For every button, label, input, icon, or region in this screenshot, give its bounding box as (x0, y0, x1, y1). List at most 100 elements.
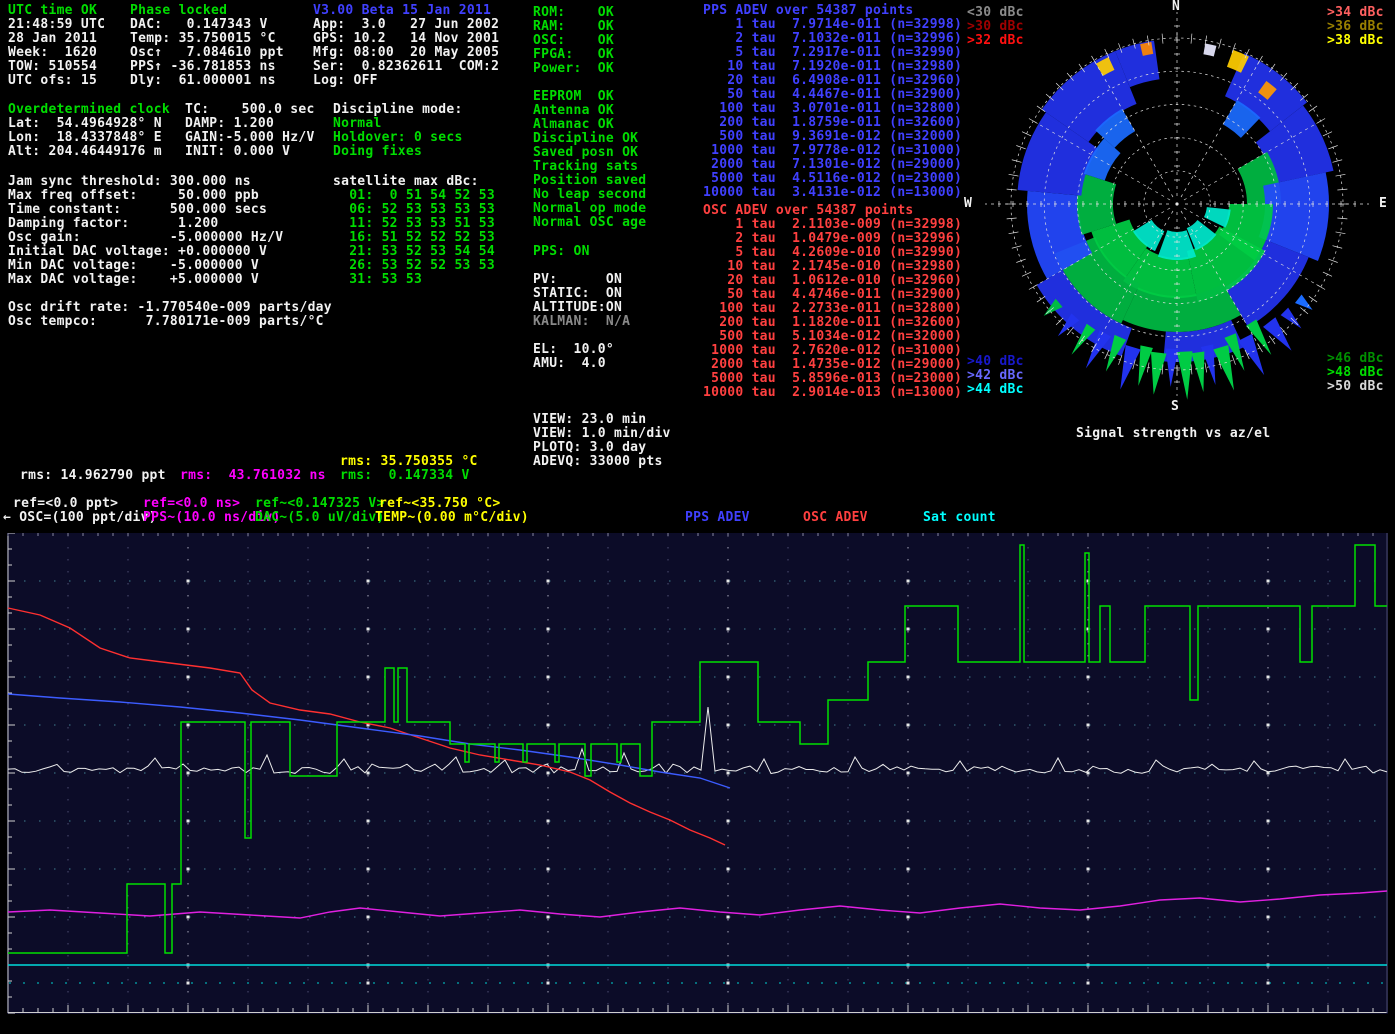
compass-north-label: N (1172, 0, 1180, 14)
temp-scale-label: TEMP~(0.00 m°C/div) (375, 511, 529, 525)
text-line: 21:48:59 UTC (8, 18, 105, 32)
text-line: No leap second (533, 188, 646, 202)
text-line: Normal op mode (533, 202, 646, 216)
text-line: Max freq offset: 50.000 ppb (8, 189, 283, 203)
text-line: OSC: OK (533, 34, 614, 48)
text-line: Power: OK (533, 62, 614, 76)
text-line: 16: 51 52 52 52 53 (333, 231, 495, 245)
receiver-flags-block: PV: ONSTATIC: ONALTITUDE:ONKALMAN: N/A (533, 273, 630, 329)
text-line: STATIC: ON (533, 287, 630, 301)
text-line: >48 dBc (1327, 366, 1384, 380)
adev-line: 5 tau 7.2917e-011 (n=32990) (703, 46, 962, 60)
text-line: Jam sync threshold: 300.000 ns (8, 175, 283, 189)
text-line: satellite max dBc: (333, 175, 495, 189)
adev-line: 1 tau 2.1103e-009 (n=32998) (703, 218, 962, 232)
text-line: PLOTQ: 3.0 day (533, 441, 671, 455)
text-line: EEPROM OK (533, 90, 646, 104)
text-line: KALMAN: N/A (533, 315, 630, 329)
version-block: V3.00 Beta 15 Jan 2011App: 3.0 27 Jun 20… (313, 4, 499, 88)
text-line: ALTITUDE:ON (533, 301, 630, 315)
text-line: 31: 53 53 (333, 273, 495, 287)
text-line: >40 dBc (967, 355, 1024, 369)
adev-line: 20 tau 1.0612e-010 (n=32960) (703, 274, 962, 288)
utc-status-block: UTC time OK21:48:59 UTC28 Jan 2011Week: … (8, 4, 105, 88)
text-line: TC: 500.0 sec (185, 103, 315, 117)
compass-west-label: W (964, 197, 972, 211)
text-line: Week: 1620 (8, 46, 105, 60)
text-line: Min DAC voltage: -5.000000 V (8, 259, 283, 273)
osc-drift-block: Osc drift rate: -1.770540e-009 parts/day… (8, 301, 332, 329)
adev-line: 5 tau 4.2609e-010 (n=32990) (703, 246, 962, 260)
adev-line: 500 tau 5.1034e-012 (n=32000) (703, 330, 962, 344)
el-amu-block: EL: 10.0°AMU: 4.0 (533, 343, 614, 371)
text-line: Log: OFF (313, 74, 499, 88)
text-line: Osc tempco: 7.780171e-009 parts/°C (8, 315, 332, 329)
adev-line: 500 tau 9.3691e-012 (n=32000) (703, 130, 962, 144)
adev-line: 10000 tau 3.4131e-012 (n=13000) (703, 186, 962, 200)
text-line: PPS: ON (533, 245, 590, 259)
adev-line: 1 tau 7.9714e-011 (n=32998) (703, 18, 962, 32)
text-line: GAIN:-5.000 Hz/V (185, 131, 315, 145)
text-line: Saved posn OK (533, 146, 646, 160)
text-line: UTC time OK (8, 4, 105, 18)
dbc-legend-bottom-right: >46 dBc>48 dBc>50 dBc (1327, 352, 1384, 394)
text-line: >38 dBc (1327, 34, 1384, 48)
osc-adev-table: OSC ADEV over 54387 points 1 tau 2.1103e… (703, 204, 962, 400)
text-line: App: 3.0 27 Jun 2002 (313, 18, 499, 32)
text-line: Max DAC voltage: +5.000000 V (8, 273, 283, 287)
text-line: 26: 53 52 52 53 53 (333, 259, 495, 273)
adev-line: 1000 tau 7.9778e-012 (n=31000) (703, 144, 962, 158)
pps-state-block: PPS: ON (533, 245, 590, 259)
text-line: DAC: 0.147343 V (130, 18, 284, 32)
text-line: 21: 53 52 53 54 54 (333, 245, 495, 259)
phase-lock-block: Phase lockedDAC: 0.147343 VTemp: 35.7500… (130, 4, 284, 88)
dbc-legend-top-left: <30 dBc>30 dBc>32 dBc (967, 6, 1024, 48)
adev-line: 2000 tau 7.1301e-012 (n=29000) (703, 158, 962, 172)
adev-line: 2 tau 1.0479e-009 (n=32996) (703, 232, 962, 246)
text-line: FPGA: OK (533, 48, 614, 62)
text-line: Damping factor: 1.200 (8, 217, 283, 231)
signal-strength-polar-plot (975, 2, 1379, 406)
receiver-status-block: EEPROM OKAntenna OKAlmanac OKDiscipline … (533, 90, 646, 230)
adev-line: 2 tau 7.1032e-011 (n=32996) (703, 32, 962, 46)
text-line: Normal OSC age (533, 216, 646, 230)
text-line: UTC ofs: 15 (8, 74, 105, 88)
adev-line: 50 tau 4.4746e-011 (n=32900) (703, 288, 962, 302)
main-strip-chart (7, 533, 1388, 1014)
text-line: Osc↑ 7.084610 ppt (130, 46, 284, 60)
text-line: Phase locked (130, 4, 284, 18)
text-line: >32 dBc (967, 34, 1024, 48)
adev-line: 5000 tau 5.8596e-013 (n=23000) (703, 372, 962, 386)
lady-heather-gpsdo-screen: UTC time OK21:48:59 UTC28 Jan 2011Week: … (0, 0, 1395, 1034)
text-line: Tracking sats (533, 160, 646, 174)
adev-line: OSC ADEV over 54387 points (703, 204, 962, 218)
text-line: >34 dBc (1327, 6, 1384, 20)
text-line: DAMP: 1.200 (185, 117, 315, 131)
text-line: INIT: 0.000 V (185, 145, 315, 159)
text-line: ROM: OK (533, 6, 614, 20)
plot-background (7, 533, 1388, 1014)
pps-ref-label: ref=<0.0 ns> (143, 497, 240, 511)
text-line: Initial DAC voltage: +0.000000 V (8, 245, 283, 259)
sat-count-legend: Sat count (923, 511, 996, 525)
position-block: Overdetermined clockLat: 54.4964928° NLo… (8, 103, 170, 159)
text-line: ADEVQ: 33000 pts (533, 455, 671, 469)
rms-dac-readout: rms: 0.147334 V (340, 469, 470, 483)
discipline-mode-block: Discipline mode:NormalHoldover: 0 secsDo… (333, 103, 463, 159)
text-line: 01: 0 51 54 52 53 (333, 189, 495, 203)
temp-ref-label: ref~<35.750 °C> (379, 497, 500, 511)
text-line: Antenna OK (533, 104, 646, 118)
adev-line: 1000 tau 2.7620e-012 (n=31000) (703, 344, 962, 358)
compass-east-label: E (1379, 197, 1387, 211)
text-line: Ser: 0.82362611 COM:2 (313, 60, 499, 74)
pps-adev-legend: PPS ADEV (685, 511, 750, 525)
text-line: Almanac OK (533, 118, 646, 132)
adev-line: 200 tau 1.8759e-011 (n=32600) (703, 116, 962, 130)
text-line: PPS↑ -36.781853 ns (130, 60, 284, 74)
text-line: Holdover: 0 secs (333, 131, 463, 145)
text-line: 06: 52 53 53 53 53 (333, 203, 495, 217)
text-line: Dly: 61.000001 ns (130, 74, 284, 88)
osc-scale-label: ← OSC=(100 ppt/div) (3, 511, 157, 525)
text-line: >50 dBc (1327, 380, 1384, 394)
text-line: EL: 10.0° (533, 343, 614, 357)
